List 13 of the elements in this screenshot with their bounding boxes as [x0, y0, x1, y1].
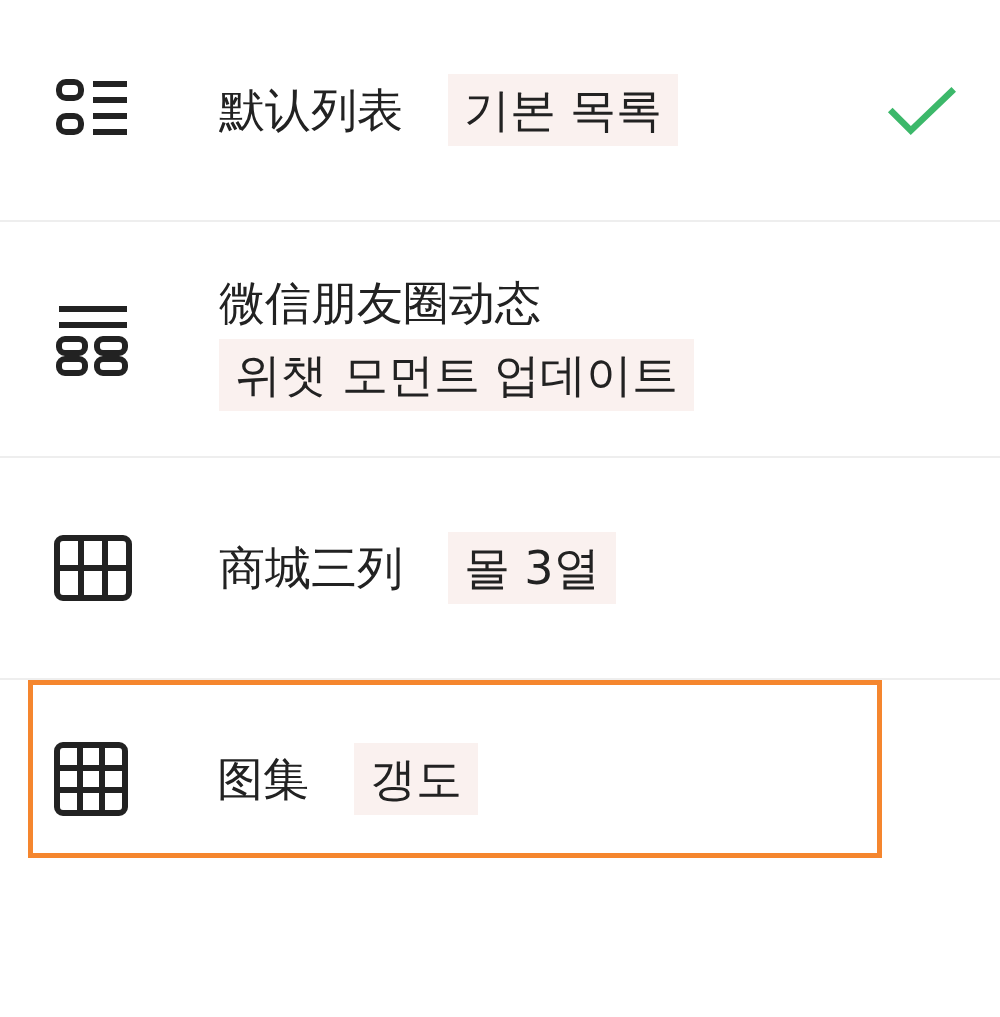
translation-text: 갱도: [353, 743, 478, 815]
item-label: 图集: [217, 752, 309, 806]
item-label: 默认列表: [219, 83, 403, 137]
menu-item[interactable]: 默认列表 기본 목록: [0, 65, 884, 155]
translation-text: 위챗 모먼트 업데이트: [219, 339, 695, 411]
menu-item[interactable]: 商城三列 몰 3열: [0, 523, 1000, 613]
menu-item[interactable]: 微信朋友圈动态 위챗 모먼트 업데이트: [0, 262, 1000, 416]
translation-text: 기본 목록: [447, 74, 679, 146]
item-label: 商城三列: [219, 541, 403, 595]
menu-item[interactable]: 图集 갱도: [28, 680, 882, 858]
grid-icon: [51, 739, 131, 819]
translation-text: 몰 3열: [447, 532, 616, 604]
item-label: 微信朋友圈动态: [219, 276, 541, 330]
